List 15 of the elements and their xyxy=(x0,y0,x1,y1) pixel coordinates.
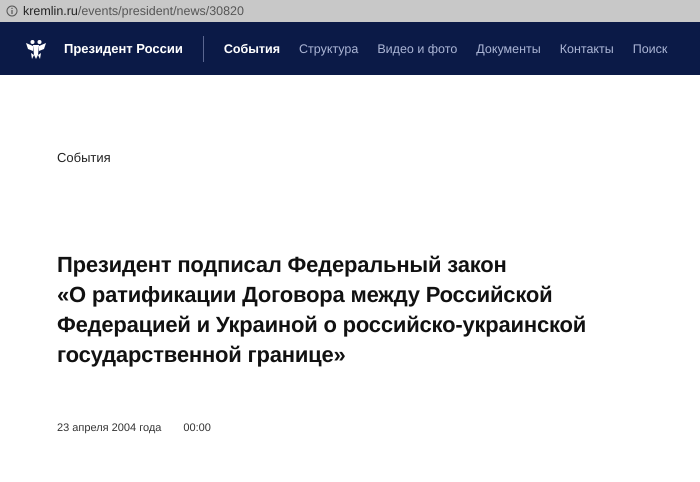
info-icon xyxy=(6,5,18,17)
nav-link[interactable]: Структура xyxy=(299,42,358,56)
nav-link[interactable]: Поиск xyxy=(632,42,668,56)
site-title-link[interactable]: Президент России xyxy=(64,41,183,56)
url-host: kremlin.ru xyxy=(23,4,78,18)
article-date: 23 апреля 2004 года xyxy=(57,422,162,434)
nav-link[interactable]: Документы xyxy=(476,42,541,56)
nav-link[interactable]: Контакты xyxy=(560,42,614,56)
url-path: /events/president/news/30820 xyxy=(78,4,244,18)
article-time: 00:00 xyxy=(183,422,211,434)
address-bar[interactable]: kremlin.ru/events/president/news/30820 xyxy=(0,0,700,22)
section-label: События xyxy=(57,150,112,165)
nav-link[interactable]: Видео и фото xyxy=(377,42,458,56)
article-title: Президент подписал Федеральный закон «О ратификации Договора между Российской Федерацией и Украиной о российско-украинской государственной границе» xyxy=(57,251,588,369)
nav-link[interactable]: События xyxy=(224,42,280,56)
